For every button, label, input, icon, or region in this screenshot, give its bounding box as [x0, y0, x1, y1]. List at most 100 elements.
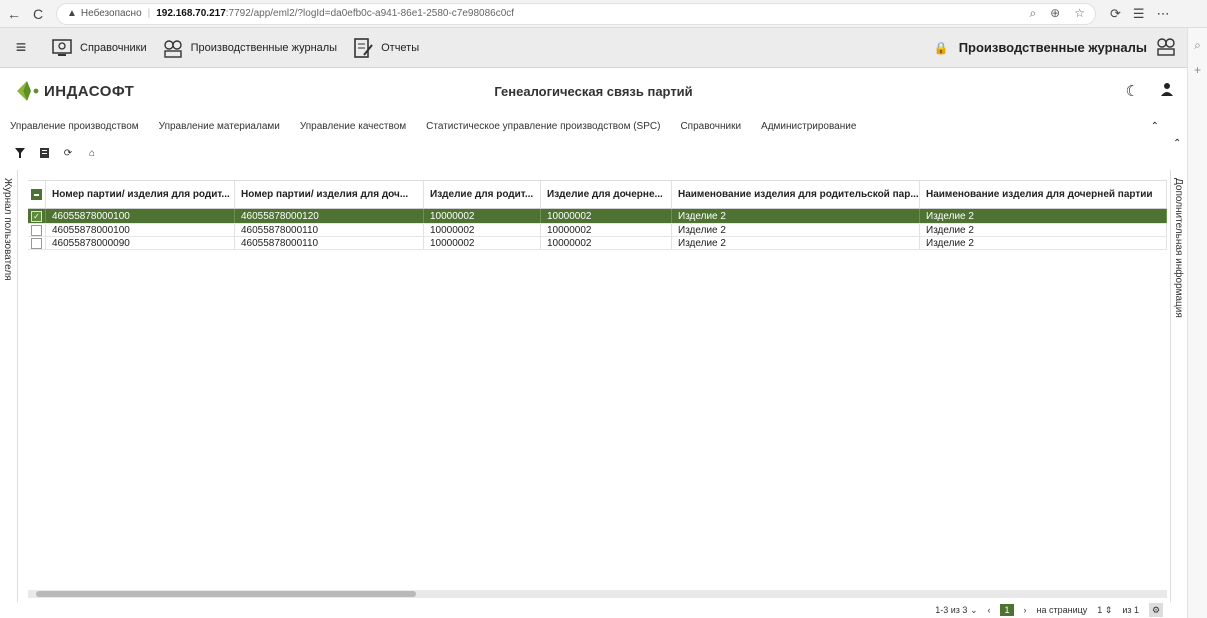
row-checkbox[interactable]	[31, 224, 42, 236]
next-page-icon[interactable]: ›	[1024, 605, 1027, 615]
cell: 46055878000100	[46, 209, 235, 223]
cell: 46055878000090	[46, 237, 235, 249]
address-bar[interactable]: ▲ Небезопасно | 192.168.70.217 :7792/app…	[56, 2, 1096, 25]
module-menu-item[interactable]: Управление качеством	[300, 121, 406, 132]
top-menu-production-logs[interactable]: Производственные журналы	[161, 36, 337, 60]
grid-header: Номер партии/ изделия для родит... Номер…	[28, 181, 1167, 209]
grid-toolbar: ⟳ ⌂	[12, 143, 100, 163]
top-menu-reports[interactable]: Отчеты	[351, 36, 419, 60]
gears-icon	[161, 36, 185, 60]
app-top-menu: ≡ Справочники Производственные журналы О…	[0, 28, 1187, 68]
browser-toolbar: ← C ▲ Небезопасно | 192.168.70.217 :7792…	[0, 0, 1207, 28]
more-menu-icon[interactable]: ⋯	[1157, 6, 1170, 22]
of-pages-label: из 1	[1122, 605, 1139, 615]
url-path: :7792/app/eml2/?logId=da0efb0c-a941-86e1…	[225, 8, 515, 19]
cell: 10000002	[541, 224, 672, 236]
export-icon[interactable]	[36, 145, 52, 161]
zoom-icon[interactable]: ⊕	[1050, 6, 1060, 21]
cell: 46055878000110	[235, 224, 424, 236]
column-header[interactable]: Номер партии/ изделия для доч...	[235, 181, 424, 208]
cell: Изделие 2	[672, 237, 920, 249]
gears-icon	[1155, 35, 1177, 60]
cell: Изделие 2	[920, 224, 1167, 236]
per-page-value: 1	[1097, 604, 1103, 615]
column-header[interactable]: Изделие для родит...	[424, 181, 541, 208]
hamburger-menu-icon[interactable]: ≡	[6, 37, 36, 58]
genealogy-grid: Номер партии/ изделия для родит... Номер…	[28, 180, 1167, 600]
range-dropdown[interactable]: 1-3 из 3 ⌄	[935, 605, 977, 616]
top-menu-label: Отчеты	[381, 41, 420, 54]
current-module: 🔒 Производственные журналы	[934, 35, 1177, 60]
table-row[interactable]: 46055878000100 46055878000110 10000002 1…	[28, 224, 1167, 237]
column-header[interactable]: Наименование изделия для дочерней партии	[920, 181, 1167, 208]
cell: 10000002	[541, 237, 672, 249]
page-title: Генеалогическая связь партий	[494, 83, 693, 99]
current-page-button[interactable]: 1	[1000, 604, 1014, 616]
sidebar-search-icon[interactable]: ⌕	[1188, 38, 1207, 53]
browser-side-panel: ⌕ +	[1187, 28, 1207, 618]
module-menu-item[interactable]: Справочники	[680, 121, 741, 132]
cell: 46055878000120	[235, 209, 424, 223]
warning-icon: ▲	[67, 8, 77, 19]
collapse-menu-icon[interactable]: ⌃	[1151, 121, 1159, 132]
additional-info-panel[interactable]: Дополнительная информация	[1170, 170, 1187, 602]
user-journal-label: Журнал пользователя	[2, 178, 13, 281]
user-journal-panel[interactable]: Журнал пользователя	[0, 170, 18, 602]
column-header[interactable]: Изделие для дочерне...	[541, 181, 672, 208]
top-menu-label: Справочники	[80, 41, 147, 54]
address-separator: |	[147, 8, 151, 19]
module-menu-item[interactable]: Управление материалами	[159, 121, 280, 132]
module-menu-item[interactable]: Управление производством	[10, 121, 139, 132]
settings-gear-icon[interactable]: ⚙	[1149, 603, 1163, 617]
lock-icon[interactable]: 🔒	[934, 41, 949, 55]
cell: 10000002	[424, 209, 541, 223]
favorite-star-icon[interactable]: ☆	[1074, 6, 1085, 21]
module-menu-item[interactable]: Статистическое управление производством …	[426, 121, 660, 132]
per-page-stepper[interactable]: 1 ⇕	[1097, 605, 1112, 616]
insecure-label: Небезопасно	[80, 8, 142, 19]
table-row[interactable]: 46055878000090 46055878000110 10000002 1…	[28, 237, 1167, 250]
cell: Изделие 2	[920, 209, 1167, 223]
collapse-toolbar-icon[interactable]: ⌃	[1173, 138, 1181, 149]
column-header[interactable]: Номер партии/ изделия для родит...	[46, 181, 235, 208]
home-icon[interactable]: ⌂	[84, 145, 100, 161]
favorites-icon[interactable]: ☰	[1133, 6, 1145, 22]
row-checkbox-cell[interactable]	[28, 224, 46, 236]
cell: 10000002	[424, 224, 541, 236]
column-header[interactable]: Наименование изделия для родительской па…	[672, 181, 920, 208]
back-arrow-icon[interactable]: ←	[4, 4, 24, 24]
horizontal-scrollbar[interactable]	[28, 590, 1167, 598]
row-checkbox-cell[interactable]: ✓	[28, 209, 46, 223]
top-menu-label: Производственные журналы	[190, 41, 338, 54]
sidebar-add-icon[interactable]: +	[1188, 63, 1207, 77]
per-page-label: на страницу	[1036, 605, 1088, 615]
current-module-label: Производственные журналы	[958, 40, 1147, 55]
prev-page-icon[interactable]: ‹	[987, 605, 990, 615]
cell: Изделие 2	[672, 224, 920, 236]
table-row[interactable]: ✓ 46055878000100 46055878000120 10000002…	[28, 209, 1167, 224]
reload-icon[interactable]: C	[28, 4, 48, 24]
pager: 1-3 из 3 ⌄ ‹ 1 › на страницу 1 ⇕ из 1 ⚙	[28, 602, 1167, 618]
cell: 46055878000110	[235, 237, 424, 249]
select-all-checkbox[interactable]	[31, 189, 42, 200]
select-all-cell[interactable]	[28, 181, 46, 208]
url-host: 192.168.70.217	[156, 8, 226, 19]
top-menu-catalogs[interactable]: Справочники	[50, 36, 147, 60]
module-menu-item[interactable]: Администрирование	[761, 121, 856, 132]
catalog-icon	[50, 36, 74, 60]
module-menu: Управление производством Управление мате…	[0, 116, 1187, 136]
row-checkbox[interactable]	[31, 237, 42, 249]
app-header: ИНДАСОФТ Генеалогическая связь партий ☾	[0, 69, 1187, 113]
cell: 10000002	[541, 209, 672, 223]
range-label: 1-3 из 3	[935, 604, 968, 615]
cell: 10000002	[424, 237, 541, 249]
cell: Изделие 2	[672, 209, 920, 223]
filter-icon[interactable]	[12, 145, 28, 161]
cell: Изделие 2	[920, 237, 1167, 249]
scrollbar-thumb[interactable]	[36, 591, 416, 597]
extensions-icon[interactable]: ⟳	[1110, 6, 1121, 22]
search-icon[interactable]: ⌕	[1029, 6, 1036, 21]
refresh-icon[interactable]: ⟳	[60, 145, 76, 161]
row-checkbox[interactable]: ✓	[31, 210, 42, 222]
row-checkbox-cell[interactable]	[28, 237, 46, 249]
